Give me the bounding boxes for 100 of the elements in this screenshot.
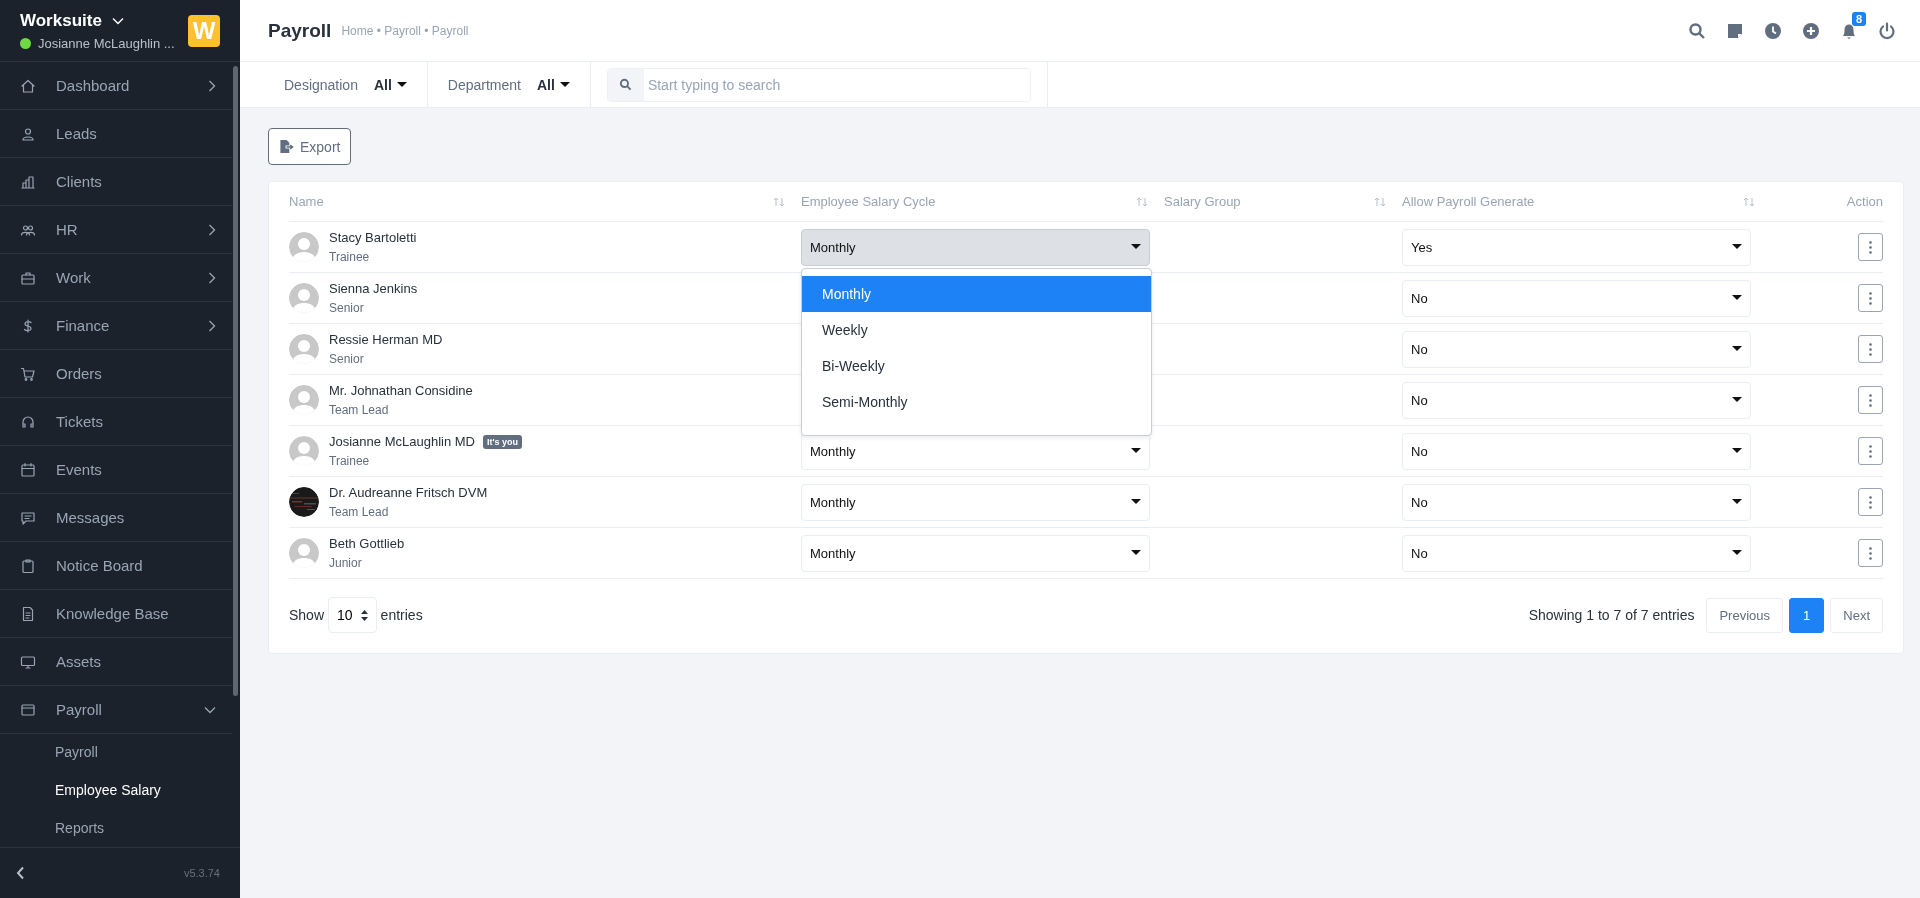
employee-role: Trainee: [329, 250, 371, 264]
allow-payroll-select[interactable]: No: [1402, 432, 1751, 470]
search-field[interactable]: Start typing to search: [606, 67, 1031, 102]
page-title: Payroll: [268, 19, 332, 42]
chat-icon: [20, 509, 36, 526]
caret-icon: [1732, 550, 1742, 556]
avatar-icon: [289, 334, 319, 364]
wallet-icon: [20, 701, 36, 718]
dropdown-option[interactable]: Monthly: [802, 276, 1151, 312]
sidebar-item[interactable]: Messages: [0, 494, 232, 542]
more-icon: [1869, 291, 1872, 305]
calendar-icon: [20, 461, 36, 478]
sidebar-item[interactable]: HR: [0, 206, 232, 254]
scrollbar[interactable]: [233, 66, 238, 696]
sidebar-item[interactable]: Clients: [0, 158, 232, 206]
sidebar-item[interactable]: Finance: [0, 302, 232, 350]
dropdown-option[interactable]: Semi-Monthly: [802, 384, 1151, 420]
more-icon: [1869, 342, 1872, 356]
allow-payroll-select[interactable]: No: [1402, 330, 1751, 368]
caret-icon: [1732, 397, 1742, 403]
filter-dropdown[interactable]: All: [373, 76, 407, 93]
clock-icon[interactable]: [1764, 21, 1782, 40]
employee-name[interactable]: Mr. Johnathan Considine: [329, 383, 473, 398]
allow-payroll-select[interactable]: No: [1402, 483, 1751, 521]
caret-icon: [1732, 448, 1742, 454]
export-button[interactable]: Export: [268, 128, 352, 165]
sidebar-item[interactable]: Events: [0, 446, 232, 494]
more-actions-button[interactable]: [1858, 488, 1883, 516]
avatar-icon: [289, 538, 319, 568]
sticky-note-icon[interactable]: [1726, 21, 1744, 40]
sidebar-item[interactable]: Dashboard: [0, 62, 232, 110]
dropdown-option[interactable]: Bi-Weekly: [802, 348, 1151, 384]
next-button[interactable]: Next: [1830, 597, 1883, 633]
sidebar-item[interactable]: Orders: [0, 350, 232, 398]
salary-cycle-select[interactable]: Monthly: [801, 483, 1150, 521]
salary-cycle-select[interactable]: Monthly: [801, 228, 1150, 266]
more-icon: [1869, 240, 1872, 254]
sidebar-item[interactable]: Payroll: [0, 686, 232, 734]
more-actions-button[interactable]: [1858, 386, 1883, 414]
filter-label: Designation: [284, 76, 358, 93]
page-size-select[interactable]: 10: [328, 597, 377, 633]
more-actions-button[interactable]: [1858, 284, 1883, 312]
more-actions-button[interactable]: [1858, 335, 1883, 363]
salary-cycle-select[interactable]: Monthly: [801, 534, 1150, 572]
chevron-down-icon[interactable]: [111, 16, 124, 25]
employee-name[interactable]: Dr. Audreanne Fritsch DVM: [329, 485, 488, 500]
employee-name[interactable]: Beth Gottlieb: [329, 536, 405, 551]
employee-role: Senior: [329, 301, 365, 315]
sort-icon: [1374, 196, 1386, 207]
sidebar-item[interactable]: Assets: [0, 638, 232, 686]
sidebar-item[interactable]: Leads: [0, 110, 232, 158]
sort-icon: [1743, 196, 1755, 207]
user-name: Josianne McLaughlin ...: [38, 35, 175, 51]
more-actions-button[interactable]: [1858, 233, 1883, 261]
file-export-icon: [279, 139, 294, 154]
sidebar-item[interactable]: Knowledge Base: [0, 590, 232, 638]
building-icon: [20, 173, 36, 190]
entries-info: Showing 1 to 7 of 7 entries: [1528, 607, 1695, 623]
more-actions-button[interactable]: [1858, 437, 1883, 465]
sort-caret-icon: [360, 609, 368, 621]
avatar-icon: [289, 436, 319, 466]
page-button[interactable]: 1: [1789, 597, 1825, 633]
submenu-item[interactable]: Reports: [0, 810, 232, 847]
avatar-icon: [289, 385, 319, 415]
filter-dropdown[interactable]: All: [537, 76, 570, 93]
allow-payroll-select[interactable]: No: [1402, 279, 1751, 317]
caret-icon: [1732, 499, 1742, 505]
employee-role: Team Lead: [329, 403, 390, 417]
briefcase-icon: [20, 269, 36, 286]
more-actions-button[interactable]: [1858, 539, 1883, 567]
entries-label: entries: [380, 607, 423, 623]
search-icon[interactable]: [1688, 21, 1706, 40]
power-icon[interactable]: [1878, 21, 1896, 40]
allow-payroll-select[interactable]: No: [1402, 381, 1751, 419]
sort-icon: [773, 196, 785, 207]
caret-icon: [1131, 499, 1141, 505]
employee-name[interactable]: Stacy Bartoletti: [329, 230, 417, 245]
sidebar-item[interactable]: Notice Board: [0, 542, 232, 590]
person-icon: [20, 125, 36, 142]
caret-icon: [1131, 550, 1141, 556]
search-icon: [619, 78, 633, 91]
sidebar-item[interactable]: Work: [0, 254, 232, 302]
employee-name[interactable]: Ressie Herman MD: [329, 332, 443, 347]
monitor-icon: [20, 653, 36, 670]
submenu-item[interactable]: Employee Salary: [0, 772, 232, 810]
notification-badge: 8: [1851, 11, 1866, 26]
show-label: Show: [289, 607, 325, 623]
previous-button[interactable]: Previous: [1706, 597, 1784, 633]
employee-role: Junior: [329, 556, 363, 570]
version-label: v5.3.74: [183, 867, 220, 879]
allow-payroll-select[interactable]: Yes: [1402, 228, 1751, 266]
dropdown-option[interactable]: Weekly: [802, 312, 1151, 348]
submenu-item[interactable]: Payroll: [0, 734, 232, 772]
chevron-left-icon[interactable]: [16, 866, 25, 880]
employee-name[interactable]: Josianne McLaughlin MD: [329, 434, 475, 449]
add-icon[interactable]: [1802, 21, 1820, 40]
allow-payroll-select[interactable]: No: [1402, 534, 1751, 572]
employee-name[interactable]: Sienna Jenkins: [329, 281, 418, 296]
more-icon: [1869, 495, 1872, 509]
sidebar-item[interactable]: Tickets: [0, 398, 232, 446]
